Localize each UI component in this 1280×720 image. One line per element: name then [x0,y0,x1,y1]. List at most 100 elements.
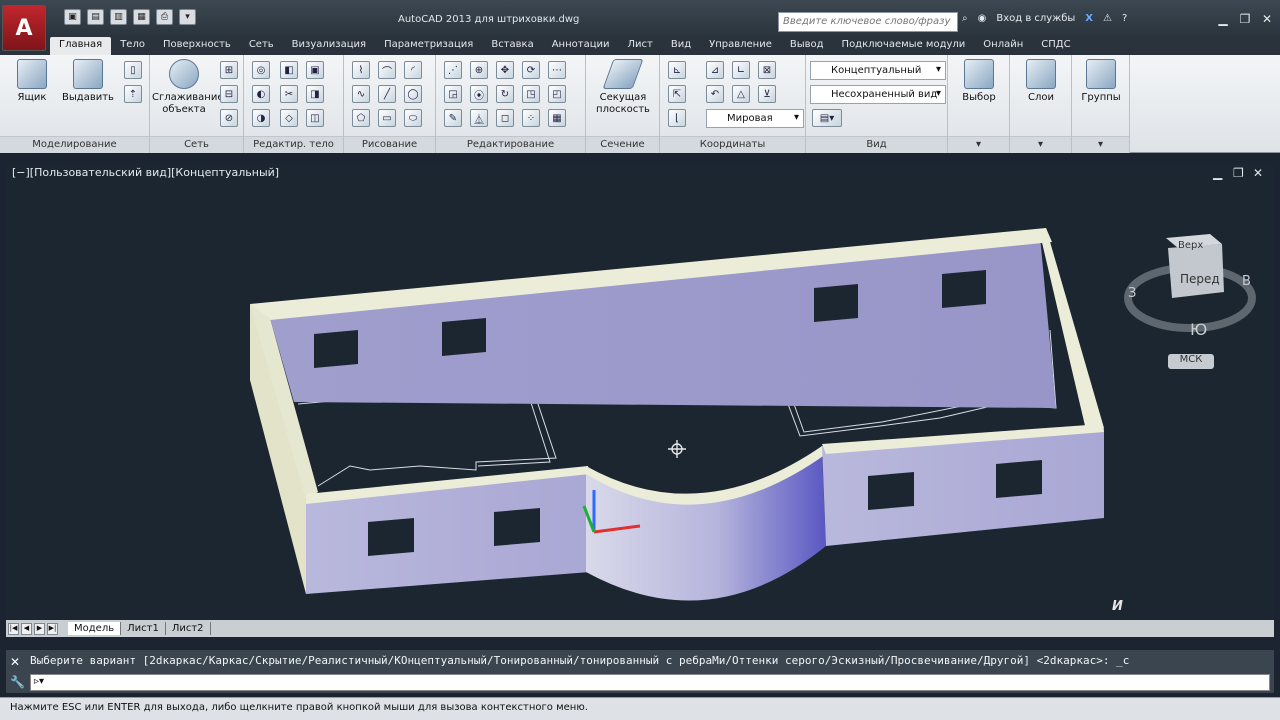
viewcube-top[interactable]: Верх [1178,240,1203,251]
stretch-icon[interactable]: ◳ [522,85,540,103]
saveas-icon[interactable]: ▤ [87,9,104,25]
login-link[interactable]: Вход в службы [996,13,1075,24]
tab-manage[interactable]: Управление [700,37,781,55]
array-grid-icon[interactable]: ▦ [548,109,566,127]
close-button[interactable]: ✕ [1258,12,1276,28]
prev-tab-icon[interactable]: ◀ [21,622,32,635]
ucs-previous-icon[interactable]: ⇱ [668,85,686,103]
panel-title-coordinates[interactable]: Координаты [660,136,805,153]
tab-mesh[interactable]: Сеть [240,37,283,55]
ucs-origin-icon[interactable]: ∟ [732,61,750,79]
minimize-button[interactable]: ▁ [1214,12,1232,28]
selection-button[interactable]: Выбор [954,59,1004,104]
mesh-minus-icon[interactable]: ⊟ [220,85,238,103]
new-icon[interactable]: ▦ [133,9,150,25]
intersect-icon[interactable]: ◑ [252,109,270,127]
tab-solid[interactable]: Тело [111,37,154,55]
open-icon[interactable]: ▥ [110,9,127,25]
drawing-viewport[interactable]: И [6,164,1274,620]
user-icon[interactable]: ◉ [978,13,987,24]
ucs-3point-icon[interactable]: △ [732,85,750,103]
extrude-faces-icon[interactable]: ◨ [306,85,324,103]
scale-icon[interactable]: ◻ [496,109,514,127]
print-icon[interactable]: ⎙ [156,9,173,25]
next-tab-icon[interactable]: ▶ [34,622,45,635]
box-button[interactable]: Ящик [12,59,52,104]
panel-title-draw[interactable]: Рисование [344,136,435,153]
tab-model[interactable]: Модель [68,622,122,635]
line-icon[interactable]: ╱ [378,85,396,103]
tab-online[interactable]: Онлайн [974,37,1032,55]
polygon-icon[interactable]: ⬠ [352,109,370,127]
offset-icon[interactable]: ◰ [548,85,566,103]
thicken-icon[interactable]: ◇ [280,109,298,127]
binoculars-icon[interactable]: ⌕ [962,13,968,24]
tab-plugins[interactable]: Подключаемые модули [833,37,975,55]
tab-sheet1[interactable]: Лист1 [121,622,166,635]
tab-parametric[interactable]: Параметризация [375,37,482,55]
extrude-button[interactable]: Выдавить [62,59,114,104]
viewport-label[interactable]: [−][Пользовательский вид][Концептуальный… [12,166,279,179]
panel-title-modify[interactable]: Редактирование [436,136,585,153]
viewport-config-icon[interactable]: ▤▾ [812,109,842,127]
ellipse-icon[interactable]: ⬭ [404,109,422,127]
presspull-icon[interactable]: ⇡ [124,85,142,103]
tab-spds[interactable]: СПДС [1032,37,1079,55]
arc-icon[interactable]: ◜ [404,61,422,79]
tab-sheet2[interactable]: Лист2 [166,622,211,635]
tab-insert[interactable]: Вставка [482,37,542,55]
fillet-icon[interactable]: ◲ [444,85,462,103]
warning-icon[interactable]: ⚠ [1103,13,1112,24]
application-button[interactable]: A [2,5,46,51]
ucs-x-icon[interactable]: ⊻ [758,85,776,103]
panel-title-view[interactable]: Вид [806,136,947,153]
panel-title-modeling[interactable]: Моделирование [0,136,149,153]
visual-style-dropdown[interactable]: Концептуальный [810,61,946,80]
viewcube[interactable]: Верх Перед З В Ю МСК [1124,230,1256,370]
smooth-object-button[interactable]: Сглаживание объекта [152,59,223,116]
restore-button[interactable]: ❐ [1236,12,1254,28]
ucs-named-icon[interactable]: ⌊ [668,109,686,127]
rotate-icon[interactable]: ↻ [496,85,514,103]
viewcube-front[interactable]: Перед [1180,272,1220,286]
more-icon[interactable]: ▾ [179,9,196,25]
tab-home[interactable]: Главная [50,37,112,55]
tab-output[interactable]: Вывод [781,37,833,55]
panel-title-solid-edit[interactable]: Редактир. тело [244,136,343,153]
ucs-world-icon[interactable]: ⊿ [706,61,724,79]
selection-expand-icon[interactable]: ▾ [948,136,1009,153]
array-icon[interactable]: ⁘ [522,109,540,127]
help-icon[interactable]: ? [1122,13,1127,24]
tab-layout[interactable]: Лист [619,37,662,55]
named-view-dropdown[interactable]: Несохраненный вид [810,85,946,104]
tab-surface[interactable]: Поверхность [154,37,240,55]
ucs-view-icon[interactable]: ↶ [706,85,724,103]
3d-rotate-icon[interactable]: ⦿ [470,85,488,103]
3d-move-icon[interactable]: ⊕ [470,61,488,79]
section-plane-button[interactable]: Секущая плоскость [592,59,654,116]
rectangle-icon[interactable]: ▭ [378,109,396,127]
polyline-icon[interactable]: ⌇ [352,61,370,79]
rotate3d-icon[interactable]: ⟳ [522,61,540,79]
layers-button[interactable]: Слои [1016,59,1066,104]
search-input[interactable]: Введите ключевое слово/фразу [778,12,958,32]
command-settings-icon[interactable]: 🔧 [10,675,25,689]
compass-east[interactable]: В [1242,274,1251,289]
save-icon[interactable]: ▣ [64,9,81,25]
union-icon[interactable]: ◎ [252,61,270,79]
polyline3d-icon[interactable]: ⌒ [378,61,396,79]
3d-model[interactable]: И [6,164,1274,620]
compass-south[interactable]: Ю [1190,320,1207,339]
erase-icon[interactable]: ✎ [444,109,462,127]
command-input[interactable]: ▹▾ [30,674,1270,691]
tab-view[interactable]: Вид [662,37,700,55]
viewport-close-icon[interactable]: ✕ [1253,166,1263,180]
groups-expand-icon[interactable]: ▾ [1072,136,1129,153]
layers-expand-icon[interactable]: ▾ [1010,136,1071,153]
viewport-restore-icon[interactable]: ❐ [1233,166,1244,180]
move-icon[interactable]: ✥ [496,61,514,79]
tab-render[interactable]: Визуализация [283,37,375,55]
panel-title-section[interactable]: Сечение [586,136,659,153]
mesh-refine-icon[interactable]: ⊘ [220,109,238,127]
ucs-icon[interactable]: ⊾ [668,61,686,79]
